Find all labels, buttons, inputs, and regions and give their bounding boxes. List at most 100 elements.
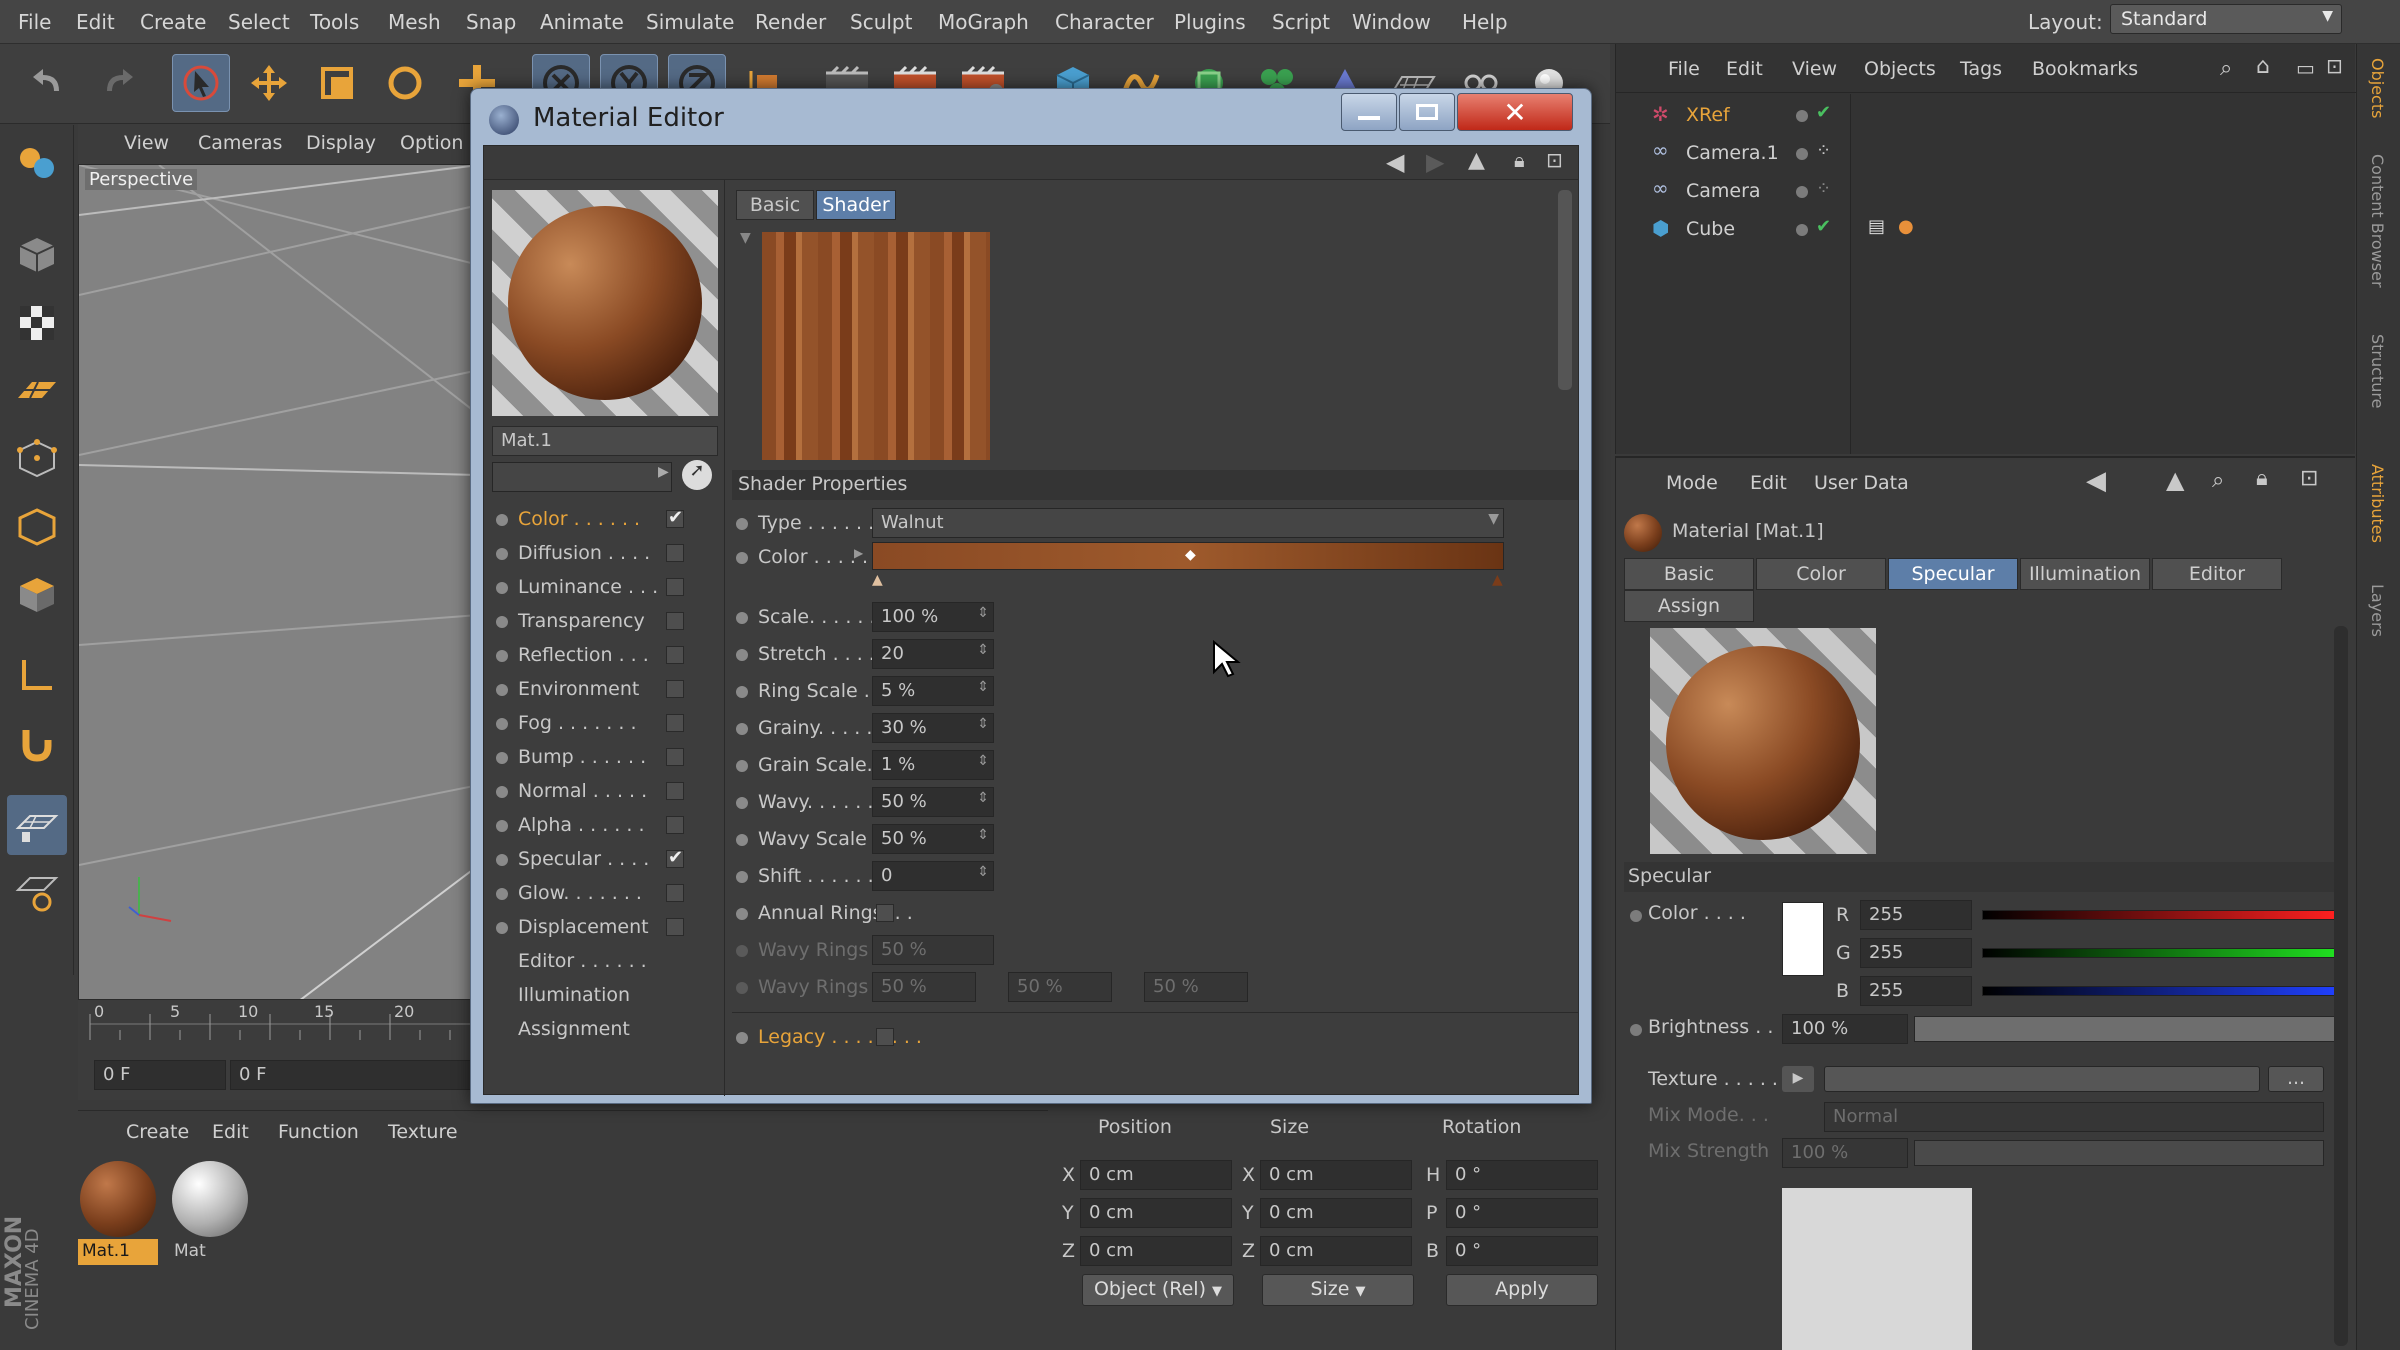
menu-select[interactable]: Select [228, 10, 290, 34]
animation-dot[interactable] [736, 649, 748, 661]
animation-dot[interactable] [736, 908, 748, 920]
menu-create[interactable]: Create [140, 10, 206, 34]
new-panel-icon[interactable]: ⊡ [1546, 148, 1563, 172]
position-x-field[interactable]: 0 cm [1080, 1160, 1232, 1190]
param-field[interactable]: 20 ⇕ [872, 639, 994, 669]
blue-slider[interactable] [1982, 986, 2338, 996]
magnet-icon[interactable] [7, 713, 67, 773]
stepper-icon[interactable]: ⇕ [977, 864, 989, 880]
object-row-cube[interactable]: ⬢ Cube ✔ ▤ ● [1616, 212, 2356, 248]
viewport-menu-options[interactable]: Option [400, 132, 463, 154]
legacy-checkbox[interactable] [876, 1028, 894, 1046]
material-swatch-mat1[interactable]: Mat.1 [78, 1159, 158, 1267]
up-arrow-icon[interactable]: ▲ [1468, 148, 1485, 173]
red-field[interactable]: 255 [1860, 900, 1972, 930]
size-y-field[interactable]: 0 cm [1260, 1198, 1412, 1228]
objmgr-menu-view[interactable]: View [1792, 58, 1837, 80]
channel-checkbox[interactable]: ✔ [666, 847, 684, 868]
phong-tag-icon[interactable]: ▤ [1868, 216, 1885, 237]
matmgr-menu-edit[interactable]: Edit [212, 1121, 249, 1143]
channel-checkbox[interactable] [666, 918, 684, 936]
menu-plugins[interactable]: Plugins [1174, 10, 1246, 34]
visibility-dot[interactable] [1796, 186, 1808, 198]
channel-checkbox[interactable] [666, 884, 684, 902]
points-mode-icon[interactable] [7, 429, 67, 489]
objmgr-menu-objects[interactable]: Objects [1864, 58, 1936, 80]
size-z-field[interactable]: 0 cm [1260, 1236, 1412, 1266]
mixmode-dropdown[interactable]: Normal [1824, 1102, 2324, 1132]
brightness-field[interactable]: 100 % [1782, 1014, 1908, 1044]
animation-dot[interactable] [736, 518, 748, 530]
menu-animate[interactable]: Animate [540, 10, 624, 34]
texture-mode-icon[interactable] [7, 293, 67, 353]
shader-preview[interactable] [762, 232, 990, 460]
menu-simulate[interactable]: Simulate [646, 10, 734, 34]
frame-range-slider[interactable]: 0 F [230, 1060, 478, 1090]
menu-tools[interactable]: Tools [310, 10, 359, 34]
attrmgr-menu-userdata[interactable]: User Data [1814, 472, 1909, 494]
target-tag-icon[interactable]: ⁘ [1816, 140, 1831, 161]
gradient-bar[interactable]: ◆ [872, 542, 1504, 570]
green-slider[interactable] [1982, 948, 2338, 958]
channel-normal[interactable]: Normal . . . . . [496, 778, 726, 808]
stepper-icon[interactable]: ⇕ [977, 605, 989, 621]
undo-icon[interactable] [20, 54, 78, 112]
rotation-b-field[interactable]: 0 ° [1446, 1236, 1598, 1266]
side-tab-attributes[interactable]: Attributes [2368, 464, 2387, 543]
objmgr-menu-bookmarks[interactable]: Bookmarks [2032, 58, 2138, 80]
annual-rings-checkbox[interactable] [876, 904, 894, 922]
animation-dot[interactable] [736, 760, 748, 772]
channel-editor[interactable]: Editor . . . . . . [518, 950, 647, 972]
lock-icon[interactable]: 🔒︎ [2256, 466, 2268, 491]
apply-button[interactable]: Apply [1446, 1274, 1598, 1306]
matmgr-menu-function[interactable]: Function [278, 1121, 359, 1143]
enabled-check-icon[interactable]: ✔ [1816, 216, 1831, 237]
visibility-dot[interactable] [1796, 110, 1808, 122]
channel-alpha[interactable]: Alpha . . . . . . [496, 812, 726, 842]
matmgr-menu-texture[interactable]: Texture [388, 1121, 458, 1143]
up-arrow-icon[interactable]: ▲ [2166, 466, 2184, 494]
tab-shader[interactable]: Shader [816, 190, 896, 220]
channel-checkbox[interactable]: ✔ [666, 507, 684, 528]
tab-basic[interactable]: Basic [736, 190, 814, 220]
stepper-icon[interactable]: ⇕ [977, 827, 989, 843]
search-icon[interactable]: ⌕ [2212, 468, 2224, 493]
edges-mode-icon[interactable] [7, 497, 67, 557]
viewport-menu-display[interactable]: Display [306, 132, 376, 154]
channel-checkbox[interactable] [666, 612, 684, 630]
tab-basic[interactable]: Basic [1624, 558, 1754, 590]
target-tag-icon[interactable]: ⁘ [1816, 178, 1831, 199]
matmgr-menu-create[interactable]: Create [126, 1121, 189, 1143]
color-swatch[interactable] [1782, 902, 1824, 976]
material-swatch-mat[interactable]: Mat [170, 1159, 250, 1267]
rotate-icon[interactable] [376, 54, 434, 112]
model-mode-icon[interactable] [7, 225, 67, 285]
channel-fog[interactable]: Fog . . . . . . . [496, 710, 726, 740]
gradient-knot-icon[interactable]: ▲ [872, 572, 883, 588]
channel-displacement[interactable]: Displacement [496, 914, 726, 944]
param-field[interactable]: 50 % [1008, 972, 1112, 1002]
rotation-h-field[interactable]: 0 ° [1446, 1160, 1598, 1190]
menu-render[interactable]: Render [755, 10, 826, 34]
tab-specular[interactable]: Specular [1888, 558, 2018, 590]
visibility-dot[interactable] [1796, 148, 1808, 160]
material-tag-icon[interactable]: ● [1898, 216, 1914, 237]
close-button[interactable]: ✕ [1457, 93, 1573, 131]
side-tab-layers[interactable]: Layers [2368, 584, 2387, 637]
home-icon[interactable]: ⌂ [2256, 54, 2270, 79]
param-field[interactable]: 30 % ⇕ [872, 713, 994, 743]
stepper-icon[interactable]: ⇕ [977, 753, 989, 769]
gradient-midpoint-icon[interactable]: ◆ [1185, 547, 1196, 563]
animation-dot[interactable] [736, 834, 748, 846]
animation-dot[interactable] [736, 871, 748, 883]
window-titlebar[interactable]: Material Editor ✕ [471, 89, 1591, 145]
pick-icon[interactable]: ➚ [682, 460, 712, 490]
texture-menu-button[interactable]: ▶ [1782, 1066, 1814, 1092]
maximize-button[interactable] [1399, 93, 1455, 131]
animation-dot[interactable] [1630, 910, 1642, 922]
param-field[interactable]: 100 % ⇕ [872, 602, 994, 632]
stepper-icon[interactable]: ⇕ [977, 642, 989, 658]
live-selection-icon[interactable] [172, 54, 230, 112]
side-tab-objects[interactable]: Objects [2368, 58, 2387, 118]
object-row-camera[interactable]: ∞ Camera ⁘ [1616, 174, 2356, 210]
